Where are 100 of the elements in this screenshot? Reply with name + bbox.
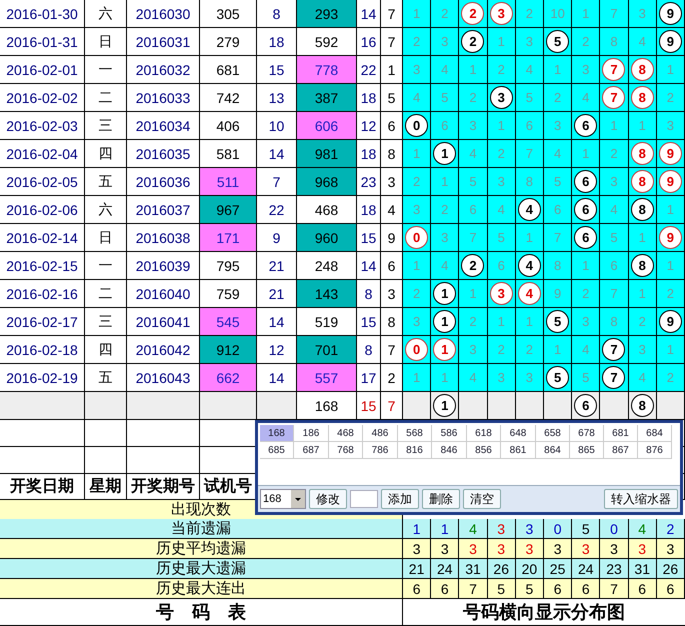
table-cell: 6 <box>544 579 572 599</box>
table-cell: 4 <box>628 519 657 539</box>
number-item[interactable]: 168 <box>260 425 294 442</box>
table-cell: 7 <box>459 579 488 599</box>
table-cell: 5 <box>544 168 572 196</box>
table-cell: 6 <box>600 252 629 280</box>
table-cell: 2 <box>431 196 460 224</box>
date-cell: 2016-02-01 <box>0 56 85 84</box>
table-cell: 1 <box>516 308 544 336</box>
table-cell: 248 <box>297 252 357 280</box>
table-cell: 5 <box>488 224 516 252</box>
table-cell: 21 <box>257 252 297 280</box>
number-item[interactable]: 865 <box>570 442 604 459</box>
number-item[interactable]: 786 <box>363 442 398 459</box>
table-cell: 606 <box>297 112 357 140</box>
number-item[interactable]: 876 <box>638 442 672 459</box>
number-item[interactable]: 856 <box>467 442 501 459</box>
table-cell: 26 <box>488 559 516 579</box>
table-cell: 1 <box>381 56 403 84</box>
table-cell <box>85 420 127 447</box>
column-header: 开奖日期 <box>0 474 85 500</box>
table-cell: 3 <box>488 519 516 539</box>
table-cell: 759 <box>200 280 257 308</box>
number-item[interactable]: 685 <box>260 442 294 459</box>
table-cell: 5 <box>600 224 629 252</box>
number-item[interactable]: 684 <box>638 425 672 442</box>
table-cell: 7 <box>459 224 488 252</box>
number-item[interactable]: 658 <box>536 425 570 442</box>
number-ball: 2 <box>461 30 484 53</box>
number-ball: 5 <box>546 310 570 333</box>
table-cell: 3 <box>516 364 544 392</box>
number-ball: 2 <box>461 254 484 277</box>
number-ball: 8 <box>630 170 654 193</box>
number-ball: 9 <box>658 2 682 25</box>
table-cell: 9 <box>381 224 403 252</box>
number-item[interactable]: 586 <box>432 425 467 442</box>
action-button[interactable]: 添加 <box>381 489 419 509</box>
number-ball: 1 <box>433 310 456 333</box>
table-cell: 2 <box>572 28 600 56</box>
table-cell: 3 <box>628 336 657 364</box>
table-cell: 5 <box>431 84 460 112</box>
number-input[interactable] <box>350 490 378 508</box>
number-item[interactable]: 678 <box>570 425 604 442</box>
table-cell: 2016042 <box>127 336 200 364</box>
number-item[interactable]: 864 <box>536 442 570 459</box>
number-ball: 4 <box>518 282 541 305</box>
table-cell: 3 <box>544 112 572 140</box>
edit-button[interactable]: 修改 <box>309 489 347 509</box>
table-cell: 7 <box>257 168 297 196</box>
table-cell: 3 <box>431 224 460 252</box>
table-cell: 三 <box>85 112 127 140</box>
table-cell: 795 <box>200 252 257 280</box>
number-item[interactable]: 681 <box>604 425 638 442</box>
table-cell: 2 <box>656 280 685 308</box>
table-cell: 二 <box>85 84 127 112</box>
number-item[interactable]: 687 <box>294 442 329 459</box>
table-cell: 0 <box>544 519 572 539</box>
number-ball: 0 <box>405 338 428 361</box>
table-cell: 6 <box>488 252 516 280</box>
table-cell: 5 <box>516 579 544 599</box>
table-cell: 6 <box>544 196 572 224</box>
number-item[interactable]: 186 <box>294 425 329 442</box>
table-cell: 742 <box>200 84 257 112</box>
table-cell: 7 <box>600 0 629 28</box>
table-cell: 2 <box>459 308 488 336</box>
number-item[interactable]: 468 <box>329 425 363 442</box>
number-item[interactable]: 861 <box>501 442 536 459</box>
table-cell: 6 <box>572 579 600 599</box>
table-cell: 1 <box>403 252 432 280</box>
table-cell: 9 <box>544 280 572 308</box>
number-item[interactable]: 618 <box>467 425 501 442</box>
number-item[interactable]: 816 <box>398 442 432 459</box>
action-button[interactable]: 清空 <box>463 489 501 509</box>
number-item[interactable]: 846 <box>432 442 467 459</box>
table-cell: 7 <box>381 336 403 364</box>
table-cell: 5 <box>459 168 488 196</box>
number-select[interactable]: 168 <box>260 489 306 509</box>
table-cell: 18 <box>357 196 381 224</box>
number-item[interactable]: 486 <box>363 425 398 442</box>
table-cell: 2 <box>459 84 488 112</box>
table-cell: 3 <box>431 28 460 56</box>
table-cell: 4 <box>488 196 516 224</box>
number-item[interactable]: 568 <box>398 425 432 442</box>
number-item[interactable]: 867 <box>604 442 638 459</box>
date-cell: 2016-01-30 <box>0 0 85 28</box>
table-cell: 3 <box>431 539 460 559</box>
table-cell: 143 <box>297 280 357 308</box>
table-cell: 21 <box>403 559 432 579</box>
table-cell: 15 <box>257 56 297 84</box>
transfer-button[interactable]: 转入缩水器 <box>604 489 678 509</box>
number-item[interactable]: 768 <box>329 442 363 459</box>
action-button[interactable]: 删除 <box>422 489 460 509</box>
table-cell: 3 <box>516 28 544 56</box>
table-cell: 10 <box>544 0 572 28</box>
number-item[interactable]: 648 <box>501 425 536 442</box>
column-header: 试机号 <box>200 474 257 500</box>
table-cell: 1 <box>544 56 572 84</box>
table-cell: 1 <box>628 224 657 252</box>
table-cell: 7 <box>381 392 403 420</box>
table-cell: 2016041 <box>127 308 200 336</box>
